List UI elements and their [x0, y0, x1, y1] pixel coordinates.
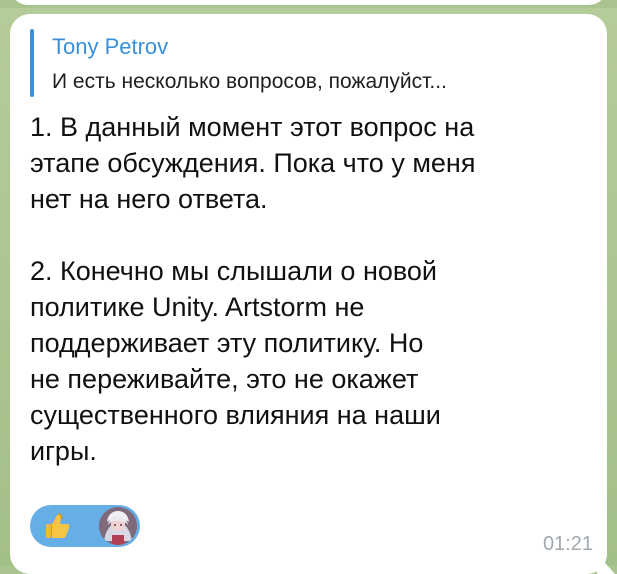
reply-accent-bar — [30, 29, 34, 97]
reaction-user-avatar[interactable] — [99, 507, 137, 545]
reply-author-name[interactable]: Tony Petrov — [52, 32, 168, 62]
previous-message-bubble-edge — [10, 0, 607, 5]
reaction-pill[interactable] — [30, 505, 140, 547]
thumbs-up-icon — [46, 513, 70, 538]
reply-preview-text: И есть несколько вопросов, пожалуйст... — [52, 70, 447, 93]
message-text: 1. В данный момент этот вопрос на этапе … — [30, 112, 476, 466]
message-time: 01:21 — [542, 533, 593, 555]
reply-preview[interactable]: Tony Petrov И есть несколько вопросов, п… — [30, 29, 595, 99]
avatar-icon — [99, 507, 137, 545]
